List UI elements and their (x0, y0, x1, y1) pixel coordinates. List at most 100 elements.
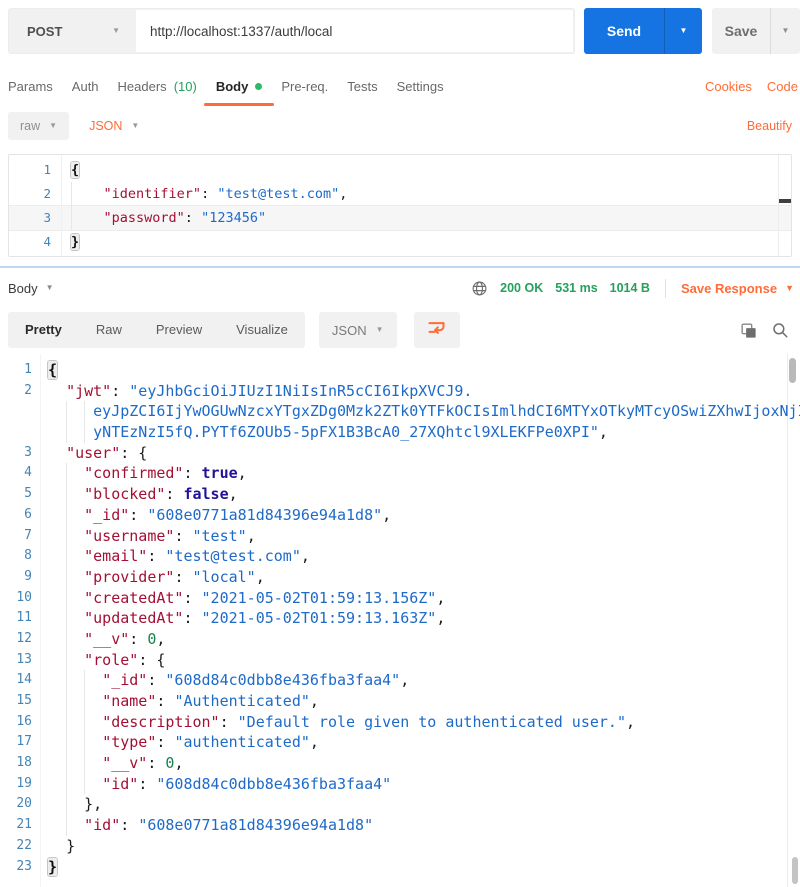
token-key: "username" (84, 526, 175, 545)
token-str: eyJpZCI6IjYwOGUwNzcxYTgxZDg0Mzk2ZTk0YTFk… (93, 402, 800, 421)
code-text: "updatedAt": "2021-05-02T01:59:13.163Z", (40, 608, 800, 629)
response-view-visualize[interactable]: Visualize (219, 312, 305, 348)
token-pun: , (436, 609, 446, 628)
token-bool: true (201, 464, 238, 483)
token-str: "2021-05-02T01:59:13.156Z" (201, 588, 437, 607)
tab-label: Settings (396, 78, 444, 94)
save-button[interactable]: Save ▼ (712, 8, 800, 54)
token-pun: : (156, 733, 175, 752)
token-brm: } (71, 234, 80, 250)
code-text: yNTEzNzI5fQ.PYTf6ZOUb5-5pFX1B3BcA0_27XQh… (40, 422, 800, 443)
request-response-splitter[interactable] (0, 266, 800, 268)
response-language-select[interactable]: JSON ▼ (318, 312, 397, 348)
token-pun: , (625, 712, 636, 731)
token-ws (71, 210, 104, 226)
response-time[interactable]: 531 ms (555, 281, 597, 295)
code-text[interactable]: { (61, 158, 791, 182)
token-ws (48, 382, 66, 400)
token-key: "description" (102, 712, 220, 731)
save-options-caret[interactable]: ▼ (770, 8, 800, 54)
send-label[interactable]: Send (584, 8, 664, 54)
code-line: yNTEzNzI5fQ.PYTf6ZOUb5-5pFX1B3BcA0_27XQh… (0, 422, 800, 443)
response-stats: 200 OK 531 ms 1014 B Save Response ▼ (471, 276, 794, 300)
wrap-text-button[interactable] (413, 312, 460, 348)
token-pun: : (219, 712, 238, 731)
send-options-caret[interactable]: ▼ (664, 8, 702, 54)
tab-tests[interactable]: Tests (347, 72, 377, 100)
code-line: 13 "role": { (0, 649, 800, 671)
token-key: "identifier" (103, 186, 202, 202)
indent-guide (84, 670, 86, 691)
code-line: 23} (0, 857, 800, 878)
send-button[interactable]: Send ▼ (584, 8, 702, 54)
token-brm: { (48, 361, 58, 379)
token-str: "608e0771a81d84396e94a1d8" (138, 816, 374, 835)
code-text[interactable]: "identifier": "test@test.com", (61, 182, 791, 206)
code-link[interactable]: Code (767, 79, 798, 94)
line-number: 4 (24, 465, 32, 481)
request-body-editor[interactable]: 1{2 "identifier": "test@test.com", 3 "pas… (8, 154, 792, 257)
chevron-down-icon: ▼ (131, 121, 140, 130)
response-toolbar-right (739, 321, 789, 340)
code-line: 2 "jwt": "eyJhbGciOiJIUzI1NiIsInR5cCI6Ik… (0, 381, 800, 402)
indent-guide (66, 566, 68, 588)
token-ws (48, 444, 66, 462)
token-pun: : (147, 671, 166, 690)
tab-label: Body (215, 78, 249, 94)
token-pun: : (174, 567, 193, 586)
token-pun: , (382, 505, 392, 524)
tab-pre-req[interactable]: Pre-req. (281, 72, 328, 100)
code-text: "id": "608e0771a81d84396e94a1d8" (40, 815, 800, 836)
chevron-down-icon: ▼ (45, 283, 54, 292)
token-pun: , (246, 526, 256, 545)
line-number (0, 422, 40, 443)
save-response-button[interactable]: Save Response ▼ (681, 281, 794, 296)
response-view-raw[interactable]: Raw (79, 312, 139, 348)
postman-request-window: POST ▼ Send ▼ Save ▼ Params Auth Headers (1… (0, 0, 800, 887)
url-input[interactable] (136, 10, 573, 52)
indent-guide (66, 587, 68, 609)
search-response-button[interactable] (771, 321, 789, 339)
token-pun: : (147, 547, 166, 566)
line-number: 19 (16, 775, 32, 791)
line-number: 12 (16, 630, 32, 646)
response-view-pretty[interactable]: Pretty (8, 312, 79, 348)
body-language-select[interactable]: JSON ▼ (89, 119, 139, 133)
code-line: 22 } (0, 836, 800, 857)
tab-settings[interactable]: Settings (397, 72, 444, 100)
token-ws (48, 692, 102, 710)
copy-response-button[interactable] (739, 321, 758, 340)
token-ws (48, 837, 66, 855)
save-response-label: Save Response (680, 280, 778, 296)
response-body-select[interactable]: Body ▼ (8, 281, 54, 296)
save-label[interactable]: Save (712, 8, 770, 54)
response-size[interactable]: 1014 B (610, 281, 650, 295)
code-text[interactable]: "password": "123456" (61, 206, 791, 230)
line-number: 15 (16, 693, 32, 708)
token-key: "email" (84, 547, 148, 566)
tab-auth[interactable]: Auth (72, 72, 99, 100)
line-number: 14 (16, 672, 32, 688)
token-brm: { (71, 162, 80, 178)
cookies-link[interactable]: Cookies (705, 79, 752, 94)
tab-body[interactable]: Body (203, 72, 275, 106)
tab-headers[interactable]: Headers (10) (118, 72, 197, 100)
page-scrollbar-thumb[interactable] (792, 857, 798, 884)
token-pun: } (66, 836, 76, 855)
indent-guide (84, 711, 86, 733)
token-pun: , (228, 485, 238, 504)
token-pun: : (183, 588, 202, 607)
code-text: "role": { (40, 649, 800, 671)
response-view-preview[interactable]: Preview (139, 312, 219, 348)
status-badge[interactable]: 200 OK (500, 281, 543, 295)
response-language-label: JSON (331, 322, 367, 338)
token-ws (48, 733, 102, 751)
token-pun: : (174, 526, 193, 545)
code-text[interactable]: } (61, 230, 791, 254)
method-select[interactable]: POST ▼ (9, 9, 135, 53)
token-ws (48, 713, 102, 731)
body-mode-select[interactable]: raw ▼ (8, 112, 70, 140)
beautify-link[interactable]: Beautify (747, 119, 792, 133)
indent-guide (66, 732, 68, 754)
tab-params[interactable]: Params (8, 72, 53, 100)
